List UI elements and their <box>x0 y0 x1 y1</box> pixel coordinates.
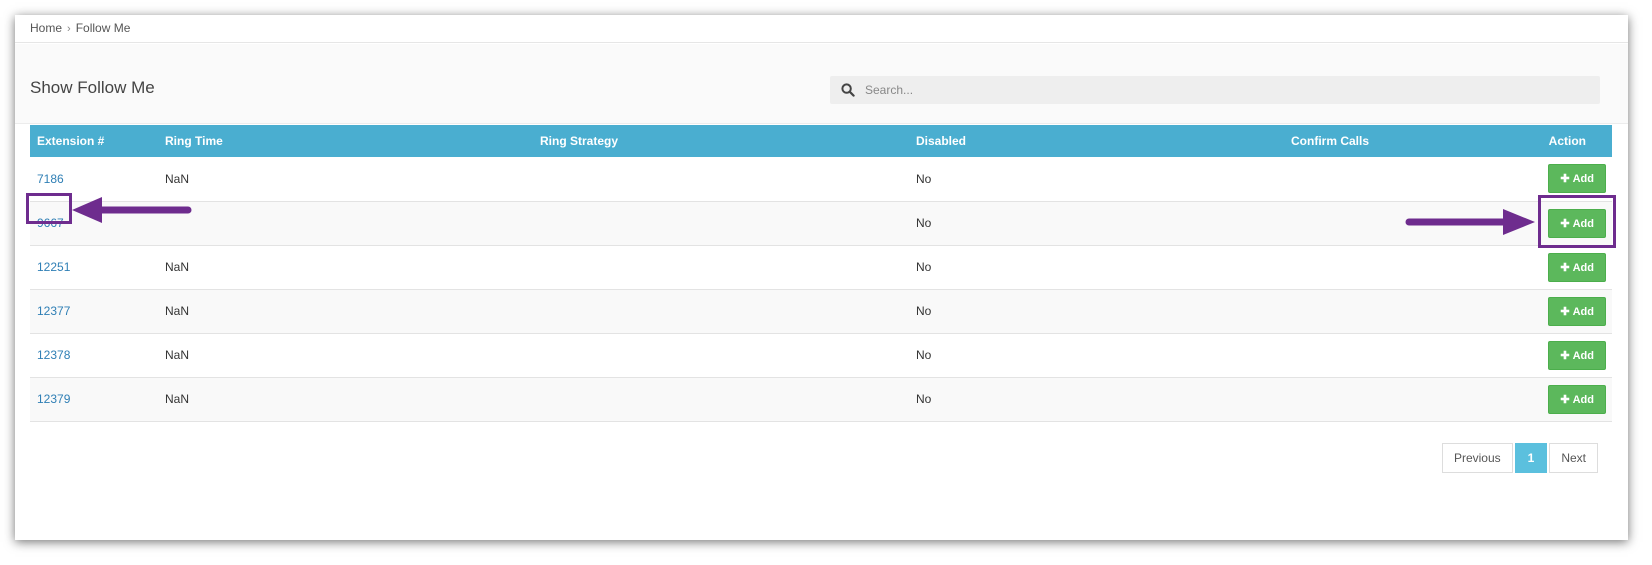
table-row: 12378 NaN No ✚ Add <box>30 333 1612 377</box>
add-button[interactable]: ✚ Add <box>1548 164 1606 194</box>
breadcrumb: Home › Follow Me <box>15 15 1628 43</box>
ring-strategy-cell <box>533 201 909 245</box>
disabled-cell: No <box>916 216 932 230</box>
action-cell: ✚ Add <box>1532 201 1612 245</box>
ring-time-cell: NaN <box>165 348 190 362</box>
extension-link[interactable]: 12251 <box>30 245 158 289</box>
ring-time-cell <box>158 201 533 245</box>
disabled-cell: No <box>916 348 932 362</box>
page-title: Show Follow Me <box>30 78 155 97</box>
confirm-calls-cell <box>1284 157 1532 201</box>
column-header-extension[interactable]: Extension # <box>30 125 158 157</box>
next-page-button[interactable]: Next <box>1549 443 1598 473</box>
plus-icon: ✚ <box>1560 261 1570 274</box>
extension-link[interactable]: 12378 <box>30 333 158 377</box>
action-cell: ✚ Add <box>1532 333 1612 377</box>
breadcrumb-separator: › <box>67 23 71 35</box>
search-input[interactable] <box>863 76 1593 104</box>
add-button-label: Add <box>1572 393 1594 406</box>
extension-link[interactable]: 12377 <box>30 289 158 333</box>
plus-icon: ✚ <box>1560 349 1570 362</box>
confirm-calls-cell <box>1284 333 1532 377</box>
add-button[interactable]: ✚ Add <box>1548 252 1606 282</box>
add-button-label: Add <box>1572 173 1594 186</box>
add-button-label: Add <box>1572 217 1594 230</box>
action-cell: ✚ Add <box>1532 377 1612 421</box>
confirm-calls-cell <box>1284 289 1532 333</box>
column-header-disabled[interactable]: Disabled <box>909 125 1284 157</box>
table-row: 7186 NaN No ✚ Add <box>30 157 1612 201</box>
ring-strategy-cell <box>533 245 909 289</box>
column-header-action: Action <box>1548 134 1586 148</box>
plus-icon: ✚ <box>1560 305 1570 318</box>
disabled-cell: No <box>916 392 932 406</box>
ring-strategy-cell <box>533 377 909 421</box>
search-box[interactable] <box>830 76 1600 104</box>
disabled-cell: No <box>916 260 932 274</box>
column-header-ring-strategy[interactable]: Ring Strategy <box>533 125 909 157</box>
breadcrumb-home[interactable]: Home <box>30 21 62 35</box>
add-button[interactable]: ✚ Add <box>1548 384 1606 414</box>
plus-icon: ✚ <box>1560 393 1570 406</box>
table-row: 12251 NaN No ✚ Add <box>30 245 1612 289</box>
plus-icon: ✚ <box>1560 173 1570 186</box>
action-cell: ✚ Add <box>1532 289 1612 333</box>
add-button[interactable]: ✚ Add <box>1548 296 1606 326</box>
ring-time-cell: NaN <box>165 392 190 406</box>
column-header-confirm-calls[interactable]: Confirm Calls <box>1284 125 1532 157</box>
extension-link[interactable]: 12379 <box>30 377 158 421</box>
action-cell: ✚ Add <box>1532 245 1612 289</box>
action-cell: ✚ Add <box>1532 157 1612 201</box>
table-row: 9667 No ✚ Add <box>30 201 1612 245</box>
ring-strategy-cell <box>533 289 909 333</box>
confirm-calls-cell <box>1284 201 1532 245</box>
column-header-ring-time[interactable]: Ring Time <box>158 125 533 157</box>
add-button[interactable]: ✚ Add <box>1548 208 1606 238</box>
add-button-label: Add <box>1572 261 1594 274</box>
add-button[interactable]: ✚ Add <box>1548 340 1606 370</box>
breadcrumb-current: Follow Me <box>75 21 131 35</box>
ring-strategy-cell <box>533 333 909 377</box>
page-1-button[interactable]: 1 <box>1514 443 1548 473</box>
ring-time-cell: NaN <box>165 304 190 318</box>
ring-time-cell: NaN <box>165 260 190 274</box>
pagination: Previous 1 Next <box>1440 443 1598 473</box>
add-button-label: Add <box>1572 349 1594 362</box>
follow-me-table: Extension # Ring Time Ring Strategy Disa… <box>30 125 1612 422</box>
plus-icon: ✚ <box>1560 217 1570 230</box>
table-row: 12379 NaN No ✚ Add <box>30 377 1612 421</box>
previous-page-button[interactable]: Previous <box>1441 443 1513 473</box>
ring-time-cell: NaN <box>165 171 190 186</box>
page-header: Show Follow Me <box>15 44 1628 124</box>
add-button-label: Add <box>1572 305 1594 318</box>
disabled-cell: No <box>916 171 932 186</box>
extension-link[interactable]: 7186 <box>30 157 158 201</box>
search-icon <box>841 83 855 97</box>
table-header-row: Extension # Ring Time Ring Strategy Disa… <box>30 125 1612 157</box>
app-window: Home › Follow Me Show Follow Me Extension … <box>15 15 1628 540</box>
extension-link[interactable]: 9667 <box>30 201 158 245</box>
ring-strategy-cell <box>533 157 909 201</box>
table-row: 12377 NaN No ✚ Add <box>30 289 1612 333</box>
disabled-cell: No <box>916 304 932 318</box>
confirm-calls-cell <box>1284 377 1532 421</box>
confirm-calls-cell <box>1284 245 1532 289</box>
